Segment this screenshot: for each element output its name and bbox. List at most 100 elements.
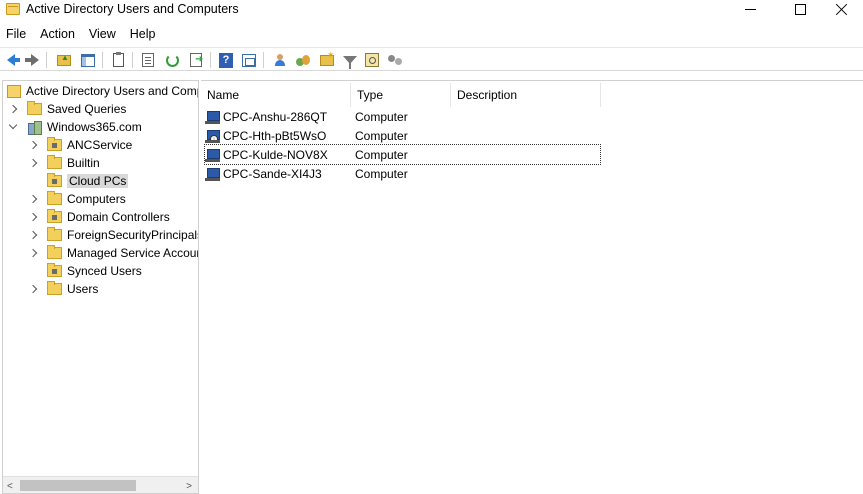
tree-item-users[interactable]: Users [29,280,98,298]
expand-chevron-icon[interactable] [29,231,37,239]
scroll-right-icon[interactable]: > [186,481,192,492]
toolbar-separator [102,52,103,68]
expand-chevron-icon[interactable] [29,159,37,167]
show-hide-console-tree-button[interactable] [80,52,96,68]
copy-button[interactable] [110,52,126,68]
export-list-button[interactable] [188,52,204,68]
tree-item-computers[interactable]: Computers [29,190,126,208]
toolbar: ? [0,47,863,71]
expand-chevron-icon[interactable] [29,141,37,149]
ou-folder-icon [47,137,62,151]
console-view-button[interactable] [241,52,257,68]
properties-button[interactable] [140,52,156,68]
tree-item-builtin[interactable]: Builtin [29,154,100,172]
delegate-control-button[interactable] [387,52,403,68]
console-tree: Active Directory Users and Computers Sav… [2,80,199,494]
tree-item-label: Builtin [67,156,100,170]
menu-action[interactable]: Action [33,25,82,44]
tree-item-label: Windows365.com [47,120,142,134]
tree-item-label: Synced Users [67,264,142,278]
maximize-icon [794,3,806,15]
close-icon [836,3,848,15]
menu-view[interactable]: View [82,25,123,44]
scroll-left-icon[interactable]: < [7,481,13,492]
row-name: CPC-Kulde-NOV8X [223,147,328,162]
ou-folder-icon [47,173,62,187]
refresh-icon [165,53,179,67]
tree-item-foreign-security-principals[interactable]: ForeignSecurityPrincipals [29,226,198,244]
tree-item-label: Cloud PCs [67,174,129,188]
refresh-button[interactable] [164,52,180,68]
tree-item-label: Computers [67,192,126,206]
up-one-level-button[interactable] [56,52,72,68]
tree-item-saved-queries[interactable]: Saved Queries [9,100,126,118]
title-bar: Active Directory Users and Computers [0,0,863,20]
menu-bar: File Action View Help [0,25,863,45]
scrollbar-thumb[interactable] [20,480,136,491]
list-row[interactable]: ↓ CPC-Hth-pBt5WsO Computer [205,126,600,145]
delegate-control-icon [387,53,403,67]
new-group-button[interactable] [295,52,311,68]
row-type: Computer [355,147,408,162]
column-header-description[interactable]: Description [451,83,601,107]
expand-chevron-icon[interactable] [29,285,37,293]
folder-icon [47,245,62,259]
new-user-button[interactable] [272,52,288,68]
find-button[interactable] [364,52,380,68]
collapse-chevron-icon[interactable] [9,123,17,131]
expand-chevron-icon[interactable] [29,213,37,221]
details-pane: Name Type Description CPC-Anshu-286QT Co… [201,80,863,494]
expand-chevron-icon[interactable] [29,249,37,257]
expand-chevron-icon[interactable] [9,105,17,113]
toolbar-separator [263,52,264,68]
folder-icon [47,227,62,241]
console-view-icon [242,53,256,67]
forward-button[interactable] [24,52,40,68]
folder-icon [47,191,62,205]
properties-icon [142,53,154,67]
tree-root[interactable]: Active Directory Users and Computers [7,82,198,100]
column-header-type[interactable]: Type [351,83,451,107]
menu-help[interactable]: Help [123,25,163,44]
menu-file[interactable]: File [0,25,33,44]
ad-console-icon [7,84,21,98]
list-row[interactable]: CPC-Anshu-286QT Computer [205,107,600,126]
show-hide-console-tree-icon [81,53,95,67]
tree-root-label: Active Directory Users and Computers [26,84,198,98]
row-type: Computer [355,128,408,143]
tree-item-domain[interactable]: Windows365.com [9,118,142,136]
domain-icon [27,120,42,135]
folder-icon [27,101,42,115]
close-button[interactable] [820,0,863,18]
new-ou-button[interactable] [319,50,335,68]
window-title: Active Directory Users and Computers [26,2,239,16]
find-icon [365,53,379,67]
tree-item-label: Managed Service Accounts [67,246,199,260]
filter-button[interactable] [342,52,358,69]
row-name: CPC-Sande-XI4J3 [223,166,322,181]
back-button[interactable] [3,52,20,68]
folder-icon [47,155,62,169]
expand-chevron-icon[interactable] [29,195,37,203]
computer-icon [205,148,221,162]
folder-icon [47,281,62,295]
tree-item-cloud-pcs[interactable]: Cloud PCs [29,172,129,190]
minimize-button[interactable] [728,0,772,18]
horizontal-scrollbar[interactable]: < > [3,476,198,493]
export-list-icon [190,53,203,67]
row-name: CPC-Hth-pBt5WsO [223,128,327,143]
new-group-icon [295,53,311,67]
tree-item-domain-controllers[interactable]: Domain Controllers [29,208,170,226]
forward-arrow-icon [25,54,39,66]
tree-item-managed-service-accounts[interactable]: Managed Service Accounts [29,244,199,262]
help-button[interactable]: ? [218,52,234,68]
column-header-name[interactable]: Name [201,83,351,107]
list-row[interactable]: CPC-Sande-XI4J3 Computer [205,164,600,183]
list-row[interactable]: CPC-Kulde-NOV8X Computer [204,144,601,165]
maximize-button[interactable] [778,0,822,18]
computer-icon [205,110,221,124]
new-user-icon [273,53,287,67]
back-arrow-icon [7,54,20,66]
tree-item-synced-users[interactable]: Synced Users [29,262,142,280]
tree-item-ancservice[interactable]: ANCService [29,136,132,154]
